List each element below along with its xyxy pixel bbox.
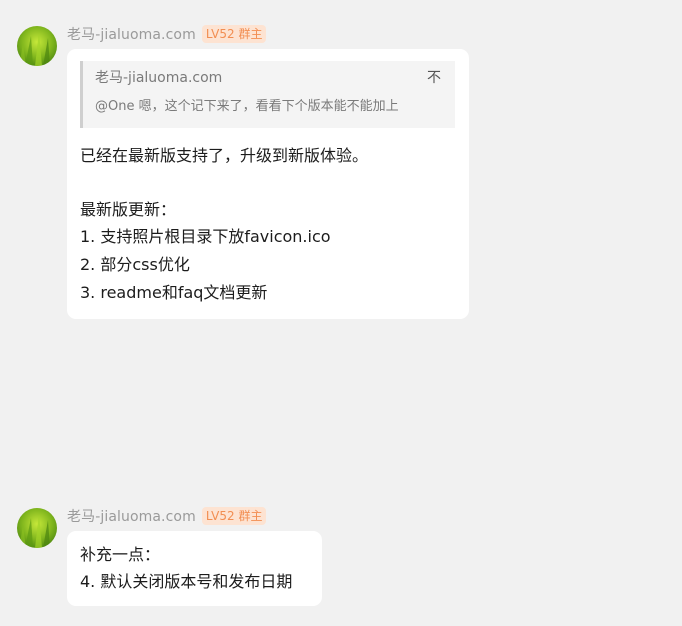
message-bubble: 补充一点： 4. 默认关闭版本号和发布日期 [67, 531, 322, 606]
fold-icon[interactable]: 不 [427, 67, 441, 87]
sender-name[interactable]: 老马-jialuoma.com [67, 24, 196, 44]
message-meta: 老马-jialuoma.com LV52 群主 [67, 24, 267, 44]
quoted-text: @One 嗯，这个记下来了，看看下个版本能不能加上 [95, 99, 399, 114]
message-line: 最新版更新： [80, 200, 177, 219]
message-line: 3. readme和faq文档更新 [80, 283, 268, 302]
sender-name[interactable]: 老马-jialuoma.com [67, 506, 196, 526]
message-line: 4. 默认关闭版本号和发布日期 [80, 572, 293, 591]
message-line: 已经在最新版支持了，升级到新版体验。 [80, 146, 369, 165]
quoted-message[interactable]: 老马-jialuoma.com 不 @One 嗯，这个记下来了，看看下个版本能不… [80, 61, 455, 128]
role-badge: LV52 群主 [201, 507, 267, 525]
grass-avatar-icon [17, 26, 57, 66]
message-meta: 老马-jialuoma.com LV52 群主 [67, 506, 267, 526]
message-line: 补充一点： [80, 545, 161, 564]
message-bubble: 老马-jialuoma.com 不 @One 嗯，这个记下来了，看看下个版本能不… [67, 49, 469, 319]
message-line: 1. 支持照片根目录下放favicon.ico [80, 227, 331, 246]
avatar[interactable] [17, 508, 57, 548]
role-badge: LV52 群主 [201, 25, 267, 43]
quoted-sender: 老马-jialuoma.com [95, 70, 223, 86]
avatar[interactable] [17, 26, 57, 66]
message-line: 2. 部分css优化 [80, 255, 190, 274]
grass-avatar-icon [17, 508, 57, 548]
